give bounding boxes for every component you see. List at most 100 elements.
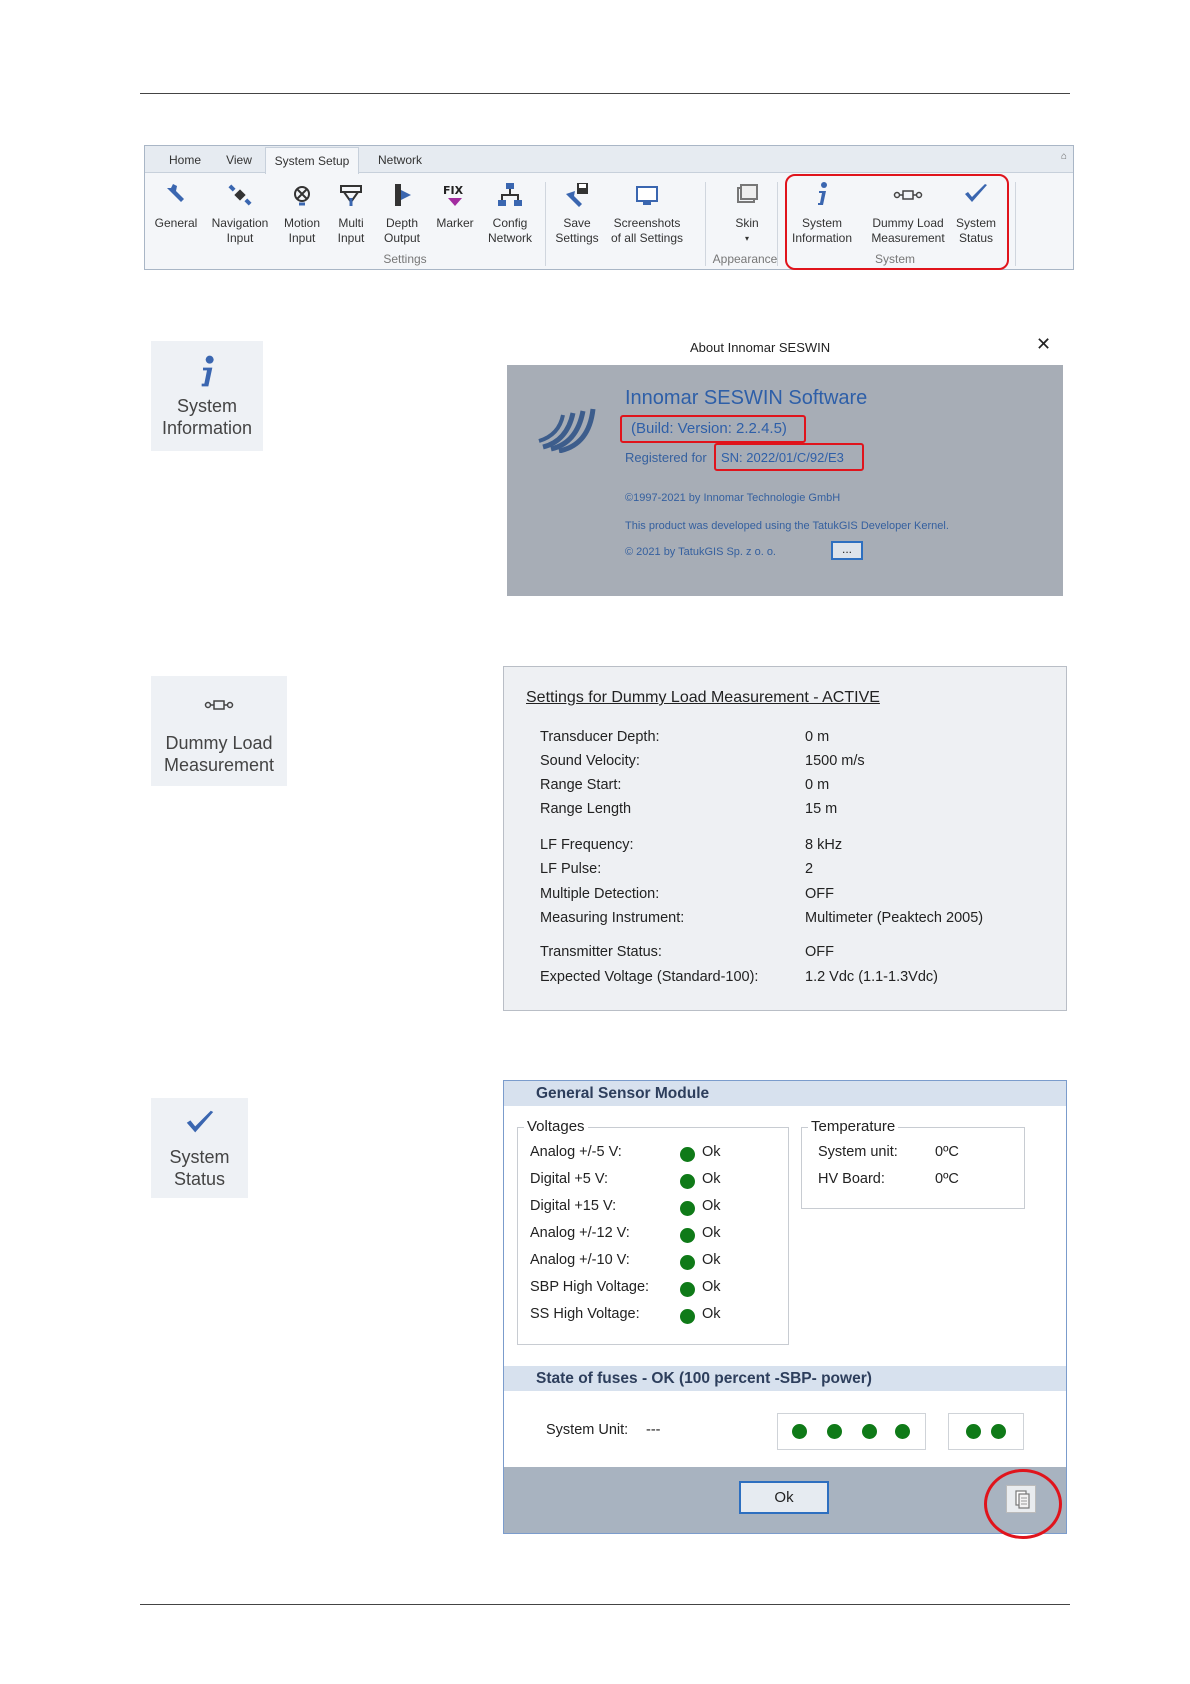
ok-button[interactable]: Ok: [739, 1481, 829, 1514]
general-button[interactable]: General: [151, 176, 201, 248]
motion-sensor-icon: [287, 180, 317, 210]
tab-system-setup[interactable]: System Setup: [265, 147, 359, 174]
voltage-row: Analog +/-5 V: Ok: [530, 1144, 721, 1162]
setting-row: Range Start: 0 m: [540, 777, 830, 793]
fuse-ok-indicator: [862, 1424, 877, 1439]
dummy-load-large-icon: Dummy Load Measurement: [151, 676, 287, 786]
fuses-header: State of fuses - OK (100 percent -SBP- p…: [504, 1366, 1066, 1391]
temperature-row: HV Board: 0ºC: [818, 1171, 959, 1187]
ribbon-separator: [545, 182, 546, 266]
svg-text:FIX: FIX: [443, 184, 464, 197]
tab-home[interactable]: Home: [157, 150, 213, 173]
temperature-group: Temperature System unit: 0ºC HV Board: 0ºC: [801, 1118, 1025, 1209]
highlight-copy-button: [984, 1469, 1062, 1539]
voltage-row: Digital +15 V: Ok: [530, 1198, 721, 1216]
skin-button[interactable]: Skin ▾: [725, 176, 769, 248]
voltage-row: SS High Voltage: Ok: [530, 1306, 721, 1324]
voltage-row: Analog +/-12 V: Ok: [530, 1225, 721, 1243]
setting-row: Sound Velocity: 1500 m/s: [540, 753, 865, 769]
satellite-icon: [225, 180, 255, 210]
about-dialog: Innomar SESWIN Software (Build: Version:…: [507, 365, 1063, 596]
fuse-ok-indicator: [966, 1424, 981, 1439]
copyright-tatukgis: © 2021 by TatukGIS Sp. z o. o.: [625, 546, 776, 558]
depth-output-icon: [387, 180, 417, 210]
save-settings-button[interactable]: Save Settings: [551, 176, 603, 248]
fuse-ok-indicator: [792, 1424, 807, 1439]
setting-row: Transmitter Status: OFF: [540, 944, 834, 960]
highlight-serial-number: [714, 443, 864, 471]
sensor-status-dialog: General Sensor Module Voltages Analog +/…: [503, 1080, 1067, 1534]
setting-row: Expected Voltage (Standard-100): 1.2 Vdc …: [540, 969, 938, 985]
checkmark-icon: [186, 1110, 213, 1133]
motion-input-button[interactable]: Motion Input: [277, 176, 327, 248]
dummy-load-title: Settings for Dummy Load Measurement - AC…: [526, 689, 880, 706]
fuse-ok-indicator: [991, 1424, 1006, 1439]
status-ok-indicator: [680, 1309, 695, 1324]
close-icon[interactable]: ✕: [1036, 334, 1051, 355]
marker-button[interactable]: FIX Marker: [433, 176, 477, 248]
fuse-ok-indicator: [827, 1424, 842, 1439]
setting-row: Range Length 15 m: [540, 801, 838, 817]
resistor-icon: [204, 700, 234, 710]
system-information-large-icon: System Information: [151, 341, 263, 451]
voltage-row: Analog +/-10 V: Ok: [530, 1252, 721, 1270]
skin-icon: [732, 180, 762, 210]
temperature-legend: Temperature: [808, 1118, 899, 1135]
registered-label: Registered for: [625, 450, 707, 465]
fuse-indicators-secondary: [948, 1413, 1024, 1450]
status-ok-indicator: [680, 1174, 695, 1189]
voltage-row: Digital +5 V: Ok: [530, 1171, 721, 1189]
bottom-rule: [140, 1604, 1070, 1605]
wrench-icon: [161, 180, 191, 210]
top-rule: [140, 93, 1070, 94]
product-name: Innomar SESWIN Software: [625, 387, 868, 409]
config-network-button[interactable]: Config Network: [483, 176, 537, 248]
tab-network[interactable]: Network: [367, 150, 433, 173]
setting-row: Multiple Detection: OFF: [540, 886, 834, 902]
screenshots-button[interactable]: Screenshots of all Settings: [607, 176, 687, 248]
dialog-footer: Ok: [504, 1467, 1066, 1533]
highlight-system-group: [785, 174, 1009, 270]
status-ok-indicator: [680, 1147, 695, 1162]
skin-dropdown-icon[interactable]: ▾: [725, 231, 769, 246]
copyright-innomar: ©1997-2021 by Innomar Technologie GmbH: [625, 492, 841, 504]
voltages-legend: Voltages: [524, 1118, 588, 1135]
developer-kernel-note: This product was developed using the Tat…: [625, 520, 949, 532]
more-info-button[interactable]: ...: [831, 541, 863, 560]
save-settings-icon: [562, 180, 592, 210]
monitor-icon: [632, 180, 662, 210]
depth-output-button[interactable]: Depth Output: [377, 176, 427, 248]
highlight-build-version: [620, 415, 806, 443]
innomar-logo-icon: [538, 408, 596, 453]
setting-row: LF Pulse: 2: [540, 861, 814, 877]
fix-marker-icon: FIX: [440, 180, 470, 210]
system-status-large-icon: System Status: [151, 1098, 248, 1198]
fuse-indicators-main: [777, 1413, 926, 1450]
multi-input-icon: [336, 180, 366, 210]
setting-row: Transducer Depth: 0 m: [540, 729, 830, 745]
collapse-ribbon-icon[interactable]: ⌂: [1061, 151, 1067, 162]
group-settings-label: Settings: [383, 252, 427, 266]
voltage-row: SBP High Voltage: Ok: [530, 1279, 721, 1297]
about-dialog-title: About Innomar SESWIN: [690, 340, 831, 355]
navigation-input-button[interactable]: Navigation Input: [207, 176, 273, 248]
status-ok-indicator: [680, 1201, 695, 1216]
status-ok-indicator: [680, 1282, 695, 1297]
info-icon: [201, 355, 214, 387]
setting-row: LF Frequency: 8 kHz: [540, 837, 843, 853]
status-ok-indicator: [680, 1255, 695, 1270]
multi-input-button[interactable]: Multi Input: [329, 176, 373, 248]
sensor-module-header: General Sensor Module: [504, 1081, 1066, 1106]
system-unit-value: ---: [646, 1422, 661, 1438]
ribbon-separator: [1015, 182, 1016, 266]
ribbon-tabs: Home View System Setup Network ⌂: [145, 146, 1073, 174]
status-ok-indicator: [680, 1228, 695, 1243]
network-icon: [495, 180, 525, 210]
setting-row: Measuring Instrument: Multimeter (Peaktec…: [540, 910, 984, 926]
group-appearance-label: Appearance: [712, 252, 778, 266]
tab-view[interactable]: View: [219, 150, 259, 173]
dummy-load-settings-panel: Settings for Dummy Load Measurement - AC…: [503, 666, 1067, 1011]
ribbon-separator: [705, 182, 706, 266]
temperature-row: System unit: 0ºC: [818, 1144, 959, 1160]
system-unit-label: System Unit:: [546, 1422, 629, 1438]
